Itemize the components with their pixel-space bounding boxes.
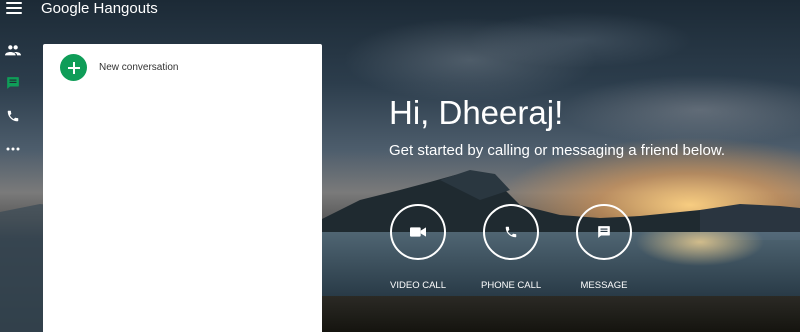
conversation-panel: New conversation (43, 44, 322, 332)
add-icon[interactable] (60, 54, 87, 81)
greeting-subtitle: Get started by calling or messaging a fr… (389, 142, 726, 159)
video-call-circle[interactable] (390, 204, 446, 260)
chat-icon (598, 226, 610, 238)
menu-icon[interactable] (6, 2, 22, 16)
video-call-button[interactable]: VIDEO CALL (388, 204, 448, 291)
videocam-icon (410, 227, 426, 237)
new-conversation-label: New conversation (99, 62, 179, 73)
phone-icon (7, 110, 19, 122)
greeting-title: Hi, Dheeraj! (389, 94, 564, 131)
phone-call-circle[interactable] (483, 204, 539, 260)
message-button[interactable]: MESSAGE (574, 204, 634, 291)
phone-call-button[interactable]: PHONE CALL (481, 204, 541, 291)
phone-call-label: PHONE CALL (481, 280, 542, 291)
video-call-label: VIDEO CALL (390, 280, 446, 291)
phone-icon (505, 226, 517, 238)
message-circle[interactable] (576, 204, 632, 260)
message-label: MESSAGE (580, 280, 628, 291)
app-brand: Google Hangouts (41, 0, 158, 17)
more-icon (6, 147, 20, 151)
message-icon (7, 77, 19, 89)
nav-contacts[interactable] (3, 40, 23, 60)
nav-messages[interactable] (3, 73, 23, 93)
background-foreground (320, 296, 800, 332)
nav-phone[interactable] (3, 106, 23, 126)
new-conversation-button[interactable]: New conversation (60, 54, 178, 81)
contacts-icon (5, 45, 21, 56)
nav-more[interactable] (3, 139, 23, 159)
background-sun-reflection (620, 232, 780, 292)
